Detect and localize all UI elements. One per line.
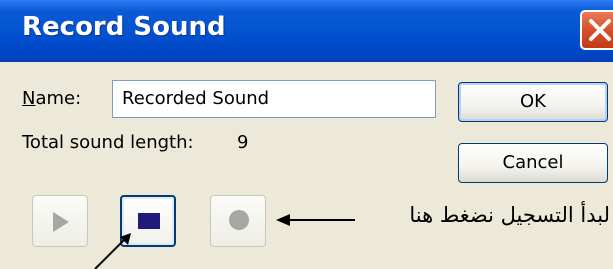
- annotation-arrow-left: [94, 233, 131, 269]
- annotation-arrows: [94, 214, 355, 269]
- record-sound-dialog: Record Sound Name: Recorded Sound Total …: [0, 0, 613, 269]
- annotation-arrow-right: [276, 214, 355, 226]
